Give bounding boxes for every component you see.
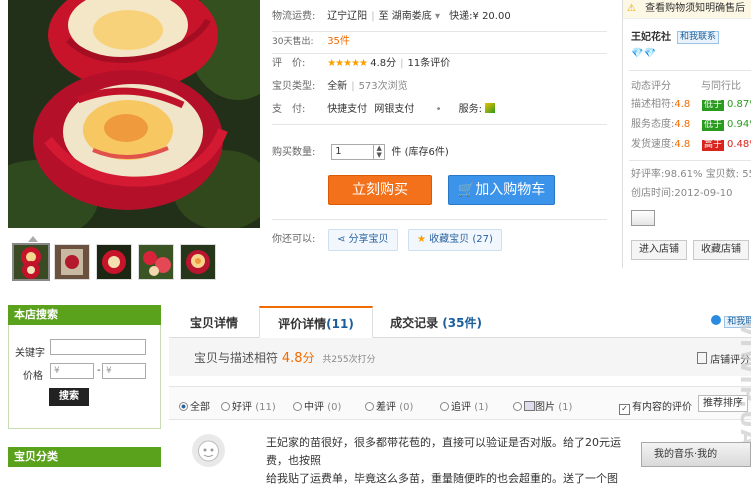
purchase-notice[interactable]: ⚠ 查看购物须知明确售后 [627,2,745,16]
shop-name[interactable]: 王妃花社 [631,31,671,45]
add-to-cart-button[interactable]: 🛒加入购物车 [448,175,555,205]
filter-followup[interactable]: 追评 (1) [440,398,488,413]
cart-icon: 🛒 [457,182,476,198]
avatar[interactable] [192,434,225,467]
score-row-description: 描述相符:4.8 [631,99,691,110]
thumb-indicator-icon [28,236,38,242]
quantity-input[interactable]: 1 [331,144,375,160]
music-bar[interactable]: 我的音乐·我的 [641,442,751,467]
price-separator: - [97,365,101,376]
dot-icon: • [435,104,442,115]
pay-quick: 快捷支付 [327,104,368,115]
shipping-label: 物流运费: [272,11,316,22]
rating-row: 评 价: ★★★★★ 4.8分 | 11条评价 [272,56,450,72]
tab-records[interactable]: 成交记录 (35件) [373,307,499,337]
also-row: 你还可以: [272,232,324,248]
qty-stock: (库存6件) [404,147,449,158]
picture-icon [524,401,535,411]
tab-detail[interactable]: 宝贝详情 [169,307,259,337]
filter-mid[interactable]: 中评 (0) [293,398,341,413]
price-max-input[interactable]: ¥ [102,363,146,379]
shop-created: 创店时间:2012-09-10 [631,188,733,199]
product-main-image[interactable] [8,0,260,228]
compare-row-shipping: 高于0.48% [702,139,751,151]
price-label: 价格 [23,371,43,382]
thumbnail-4[interactable] [138,244,174,280]
thumbnail-strip [8,236,268,282]
payment-row: 支 付: 快捷支付 网银支付 • 服务: [272,102,496,118]
review-summary: 宝贝与描述相符 4.8分 共255次打分 店铺评分 [169,338,751,376]
warning-icon: ⚠ [627,3,636,14]
price-min-input[interactable]: ¥ [50,363,94,379]
keyword-label: 关键字 [15,348,45,359]
score-row-service: 服务态度:4.8 [631,119,691,130]
review-line-2: 给我贴了运费单，毕竟这么多苗，重量随便昨的也会超重的。送了一个图 [266,472,618,485]
compare-row-description: 低于0.87% [702,99,751,111]
summary-text: 宝贝与描述相符 4.8分 共255次打分 [194,351,376,366]
good-rate: 好评率:98.61% 宝贝数: 55 [631,169,751,180]
enter-shop-button[interactable]: 进入店铺 [631,240,687,260]
diamond-rank-icon: 💎💎 [631,48,656,59]
category-title: 宝贝分类 [8,447,161,467]
score-row-shipping: 发货速度:4.8 [631,139,691,150]
shipping-destination-select[interactable]: 湖南娄底 ▾ [392,11,440,22]
has-content-checkbox[interactable]: ✓ 有内容的评价 [619,398,692,415]
contact-seller-button[interactable]: 和我联系 [677,30,720,44]
shop-search-box: 关键字 价格 ¥ - ¥ [8,325,161,429]
type-label: 宝贝类型: [272,81,316,92]
service-badge-icon [485,103,496,113]
shipping-to-prefix: 至 [378,11,389,22]
sold-row: 30天售出: 35件 [272,34,350,50]
certification-icon [631,210,655,231]
rating-score: 4.8分 [370,58,397,69]
quantity-row: 购买数量: 1 ▲ ▼ 件 (库存6件) [272,144,449,160]
compare-label: 与同行比 [701,81,741,92]
thumbnail-5[interactable] [180,244,216,280]
share-icon: ⋖ [337,234,349,245]
view-count: 573次浏览 [358,81,408,92]
rating-count-link[interactable]: 11条评价 [407,58,450,69]
rating-stars-icon: ★★★★★ [327,58,368,69]
shop-search-button[interactable]: 搜索 [49,388,89,406]
sold-value: 35件 [327,36,350,47]
chevron-down-icon: ▾ [434,11,440,22]
type-value: 全新 [327,81,348,92]
qty-label: 购买数量: [272,147,316,158]
shipping-express: 快递:¥ 20.00 [449,11,511,22]
rating-label: 评 价: [272,58,306,69]
seller-panel: ⚠ 查看购物须知明确售后 王妃花社 和我联系 💎💎 动态评分 与同行比 描述相符… [622,0,751,268]
pay-bank: 网银支付 [374,104,415,115]
dynamic-score-label: 动态评分 [631,81,671,92]
tab-reviews[interactable]: 评价详情(11) [259,306,373,338]
star-icon: ★ [417,234,430,245]
keyword-input[interactable] [50,339,146,355]
filter-good[interactable]: 好评 (11) [221,398,276,413]
detail-tab-bar: 宝贝详情 评价详情(11) 成交记录 (35件) 和我联 [169,306,751,338]
review-content: 王妃家的苗很好，很多都带花苞的，直接可以验证是否对版。给了20元运费，也按照 给… [266,434,626,488]
shipping-row: 物流运费: 辽宁辽阳 | 至 湖南娄底 ▾ 快递:¥ 20.00 [272,9,511,25]
filter-bad[interactable]: 差评 (0) [365,398,413,413]
watermark: VIWIP.UA [735,320,751,449]
shipping-from: 辽宁辽阳 [327,11,368,22]
type-row: 宝贝类型: 全新 | 573次浏览 [272,79,408,95]
filter-all[interactable]: 全部 [179,398,210,413]
quantity-stepper[interactable]: ▲ ▼ [374,144,386,160]
service-label: 服务: [458,104,483,115]
thumbnail-2[interactable] [54,244,90,280]
favorite-button[interactable]: ★ 收藏宝贝 (27) [408,229,502,251]
qty-unit: 件 [391,147,402,158]
sold-label: 30天售出: [272,37,314,47]
filter-picture[interactable]: 图片 (1) [513,398,572,413]
thumbnail-1[interactable] [12,243,50,281]
pay-label: 支 付: [272,104,306,115]
also-label: 你还可以: [272,234,316,245]
buy-now-button[interactable]: 立刻购买 [328,175,432,205]
favorite-shop-button[interactable]: 收藏店铺 [693,240,749,260]
shop-search-title: 本店搜索 [8,305,161,325]
compare-row-service: 低于0.94% [702,119,751,131]
thumbnail-3[interactable] [96,244,132,280]
review-filter-bar: 全部 好评 (11) 中评 (0) 差评 (0) 追评 (1) 图片 (1) ✓… [169,386,751,420]
review-line-1: 王妃家的苗很好，很多都带花苞的，直接可以验证是否对版。给了20元运费，也按照 [266,436,621,467]
share-button[interactable]: ⋖ 分享宝贝 [328,229,398,251]
